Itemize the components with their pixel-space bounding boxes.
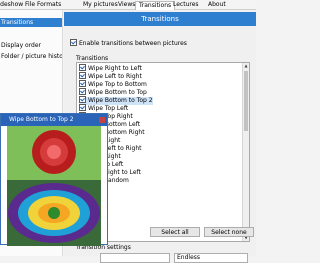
- close-icon[interactable]: [99, 117, 105, 123]
- sidebar-item-display-order[interactable]: Display order: [0, 41, 62, 50]
- sidebar-item-transitions[interactable]: Transitions: [0, 18, 62, 27]
- speed-select[interactable]: [100, 253, 170, 263]
- enable-transitions-checkbox[interactable]: Enable transitions between pictures: [70, 39, 256, 48]
- enable-transitions-label: Enable transitions between pictures: [79, 40, 187, 47]
- checkbox-icon[interactable]: [79, 104, 86, 111]
- transition-preview-window: Wipe Bottom to Top 2: [0, 113, 108, 246]
- tab-bar: Slideshow File Formats My pictures Views…: [0, 0, 256, 10]
- list-item[interactable]: Wipe Top to Bottom: [79, 80, 147, 89]
- tab-file-formats[interactable]: File Formats: [22, 1, 64, 9]
- list-item[interactable]: Wipe Bottom to Top: [79, 88, 147, 97]
- tab-about[interactable]: About: [205, 1, 229, 9]
- select-all-button[interactable]: Select all: [150, 227, 200, 237]
- checkbox-icon[interactable]: [79, 88, 86, 95]
- checkbox-icon[interactable]: [79, 64, 86, 71]
- mode-input[interactable]: Endless: [174, 253, 248, 263]
- tab-lectures[interactable]: Lectures: [170, 1, 202, 9]
- flower-photo: [7, 126, 101, 246]
- list-item[interactable]: Wipe Right to Left: [79, 64, 142, 73]
- list-item[interactable]: Wipe Left to Right: [79, 72, 142, 81]
- list-item-selected[interactable]: Wipe Bottom to Top 2: [79, 96, 153, 105]
- checkbox-icon[interactable]: [79, 96, 86, 103]
- scroll-up-icon[interactable]: ▲: [243, 63, 249, 69]
- sidebar-item-folder-history[interactable]: Folder / picture history: [0, 52, 62, 61]
- transitions-group-label: Transitions: [76, 55, 109, 62]
- select-none-button[interactable]: Select none: [204, 227, 254, 237]
- preview-title: Wipe Bottom to Top 2: [1, 114, 107, 126]
- checkbox-icon[interactable]: [79, 72, 86, 79]
- checkbox-icon[interactable]: [70, 39, 77, 46]
- checkbox-icon[interactable]: [79, 80, 86, 87]
- list-item[interactable]: Wipe Top Left: [79, 104, 128, 113]
- list-scrollbar[interactable]: ▲ ▼: [242, 63, 249, 241]
- panel-title: Transitions: [64, 12, 256, 26]
- scroll-thumb[interactable]: [244, 71, 248, 131]
